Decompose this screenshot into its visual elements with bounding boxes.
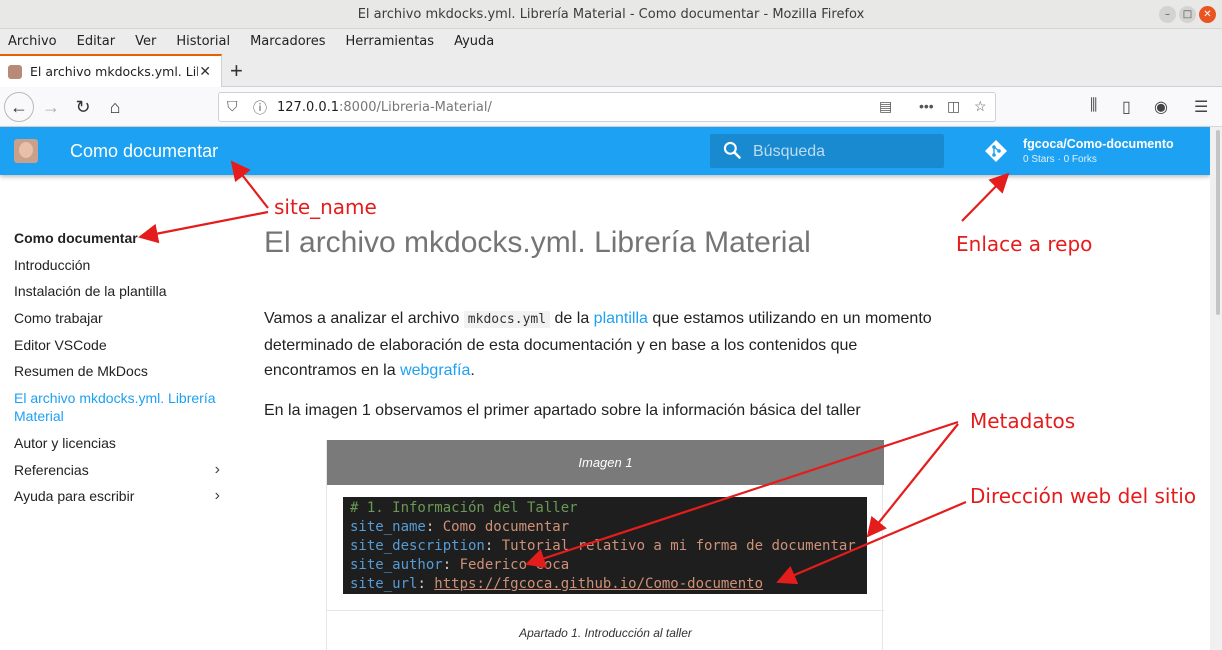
site-name[interactable]: Como documentar bbox=[70, 141, 218, 162]
site-header: Como documentar fgcoca/Como-documento 0 … bbox=[0, 127, 1210, 175]
info-icon[interactable]: ⓘ bbox=[253, 98, 267, 118]
menu-historial[interactable]: Historial bbox=[176, 34, 230, 49]
library-icon[interactable]: ⫼ bbox=[1090, 97, 1097, 115]
url-text[interactable]: 127.0.0.1:8000/Libreria-Material/ bbox=[277, 100, 492, 115]
search-input[interactable] bbox=[753, 142, 933, 162]
sidebar-nav: Como documentar Introducción Instalación… bbox=[14, 229, 224, 514]
forward-button[interactable]: → bbox=[36, 92, 66, 122]
favicon-icon bbox=[8, 64, 22, 79]
annotation-repo: Enlace a repo bbox=[956, 232, 1093, 256]
navigation-toolbar: ← → ↻ ⌂ ⛉ ⓘ 127.0.0.1:8000/Libreria-Mate… bbox=[0, 87, 1222, 127]
menubar: Archivo Editar Ver Historial Marcadores … bbox=[0, 29, 1222, 54]
menu-ver[interactable]: Ver bbox=[135, 34, 156, 49]
window-title: El archivo mkdocks.yml. Librería Materia… bbox=[357, 6, 865, 22]
code-comment: # 1. Información del Taller bbox=[350, 500, 578, 516]
annotation-site-name: site_name bbox=[274, 195, 377, 219]
git-icon bbox=[985, 140, 1007, 162]
sidebar-icon[interactable]: ▯ bbox=[1122, 97, 1131, 117]
sidebar-item-introduccion[interactable]: Introducción bbox=[14, 256, 224, 274]
page-title: El archivo mkdocks.yml. Librería Materia… bbox=[264, 226, 811, 259]
bookmark-star-icon[interactable]: ☆ bbox=[974, 98, 987, 115]
hamburger-menu-icon[interactable]: ☰ bbox=[1194, 97, 1208, 117]
new-tab-icon[interactable]: + bbox=[230, 58, 243, 84]
repo-link[interactable]: fgcoca/Como-documento 0 Stars · 0 Forks bbox=[984, 133, 1204, 169]
arrow-repo bbox=[961, 172, 1010, 222]
back-button[interactable]: ← bbox=[4, 92, 34, 122]
reload-button[interactable]: ↻ bbox=[68, 92, 98, 122]
figure-imagen-1: Imagen 1 # 1. Información del Taller sit… bbox=[326, 440, 884, 650]
figure-caption: Apartado 1. Introducción al taller bbox=[519, 626, 692, 640]
tab-title: El archivo mkdocks.yml. Lib bbox=[30, 64, 198, 79]
browser-tab[interactable]: El archivo mkdocks.yml. Lib ✕ bbox=[0, 54, 222, 87]
menu-archivo[interactable]: Archivo bbox=[8, 34, 57, 49]
reader-view-icon[interactable]: ▤ bbox=[879, 98, 892, 115]
page-actions-icon[interactable]: ••• bbox=[919, 98, 934, 114]
sidebar-item-como-trabajar[interactable]: Como trabajar bbox=[14, 309, 224, 327]
site-logo[interactable] bbox=[14, 139, 38, 163]
pocket-icon[interactable]: ◫ bbox=[947, 98, 960, 115]
sidebar-item-editor-vscode[interactable]: Editor VSCode bbox=[14, 336, 224, 354]
annotation-direccion: Dirección web del sitio bbox=[970, 484, 1197, 508]
sidebar-item-como-documentar[interactable]: Como documentar bbox=[14, 229, 224, 247]
menu-marcadores[interactable]: Marcadores bbox=[250, 34, 325, 49]
image-paragraph: En la imagen 1 observamos el primer apar… bbox=[264, 402, 861, 419]
shield-icon[interactable]: ⛉ bbox=[227, 98, 238, 115]
repo-name[interactable]: fgcoca/Como-documento bbox=[1023, 137, 1174, 151]
sidebar-item-label: Referencias bbox=[14, 461, 89, 478]
minimize-button[interactable]: – bbox=[1159, 6, 1176, 23]
repo-stats: 0 Stars · 0 Forks bbox=[1023, 154, 1097, 165]
menu-herramientas[interactable]: Herramientas bbox=[346, 34, 435, 49]
menu-editar[interactable]: Editar bbox=[77, 34, 116, 49]
sidebar-item-autor-licencias[interactable]: Autor y licencias bbox=[14, 434, 224, 452]
menu-ayuda[interactable]: Ayuda bbox=[454, 34, 494, 49]
link-webgrafia[interactable]: webgrafía bbox=[400, 362, 470, 379]
close-tab-icon[interactable]: ✕ bbox=[199, 64, 211, 80]
search-box[interactable] bbox=[710, 134, 944, 168]
maximize-button[interactable]: □ bbox=[1179, 6, 1196, 23]
inline-code: mkdocs.yml bbox=[463, 311, 551, 328]
link-plantilla[interactable]: plantilla bbox=[594, 310, 648, 327]
sidebar-item-referencias[interactable]: Referencias › bbox=[14, 461, 224, 479]
home-button[interactable]: ⌂ bbox=[100, 92, 130, 122]
tabbar: El archivo mkdocks.yml. Lib ✕ + bbox=[0, 54, 1222, 87]
chevron-right-icon: › bbox=[214, 460, 220, 478]
url-bar[interactable]: ⛉ ⓘ 127.0.0.1:8000/Libreria-Material/ ▤ … bbox=[218, 92, 996, 122]
sidebar-item-resumen-mkdocs[interactable]: Resumen de MkDocs bbox=[14, 362, 224, 380]
sidebar-item-instalacion[interactable]: Instalación de la plantilla bbox=[14, 282, 224, 300]
sidebar-item-mkdocks-yml[interactable]: El archivo mkdocks.yml. Librería Materia… bbox=[14, 389, 224, 425]
close-window-button[interactable]: ✕ bbox=[1199, 6, 1216, 23]
sidebar-item-label: Ayuda para escribir bbox=[14, 488, 135, 505]
account-icon[interactable]: ◉ bbox=[1154, 97, 1168, 117]
search-icon bbox=[723, 141, 741, 159]
annotation-metadatos: Metadatos bbox=[970, 409, 1076, 433]
scrollbar-thumb[interactable] bbox=[1216, 130, 1220, 315]
sidebar-item-ayuda-escribir[interactable]: Ayuda para escribir › bbox=[14, 487, 224, 505]
code-block: # 1. Información del Taller site_name: C… bbox=[343, 497, 867, 594]
figure-heading: Imagen 1 bbox=[327, 440, 884, 485]
intro-paragraph: Vamos a analizar el archivo mkdocs.yml d… bbox=[264, 310, 932, 379]
chevron-right-icon: › bbox=[214, 487, 220, 505]
window-titlebar: El archivo mkdocks.yml. Librería Materia… bbox=[0, 0, 1222, 29]
figure-divider bbox=[327, 610, 884, 611]
